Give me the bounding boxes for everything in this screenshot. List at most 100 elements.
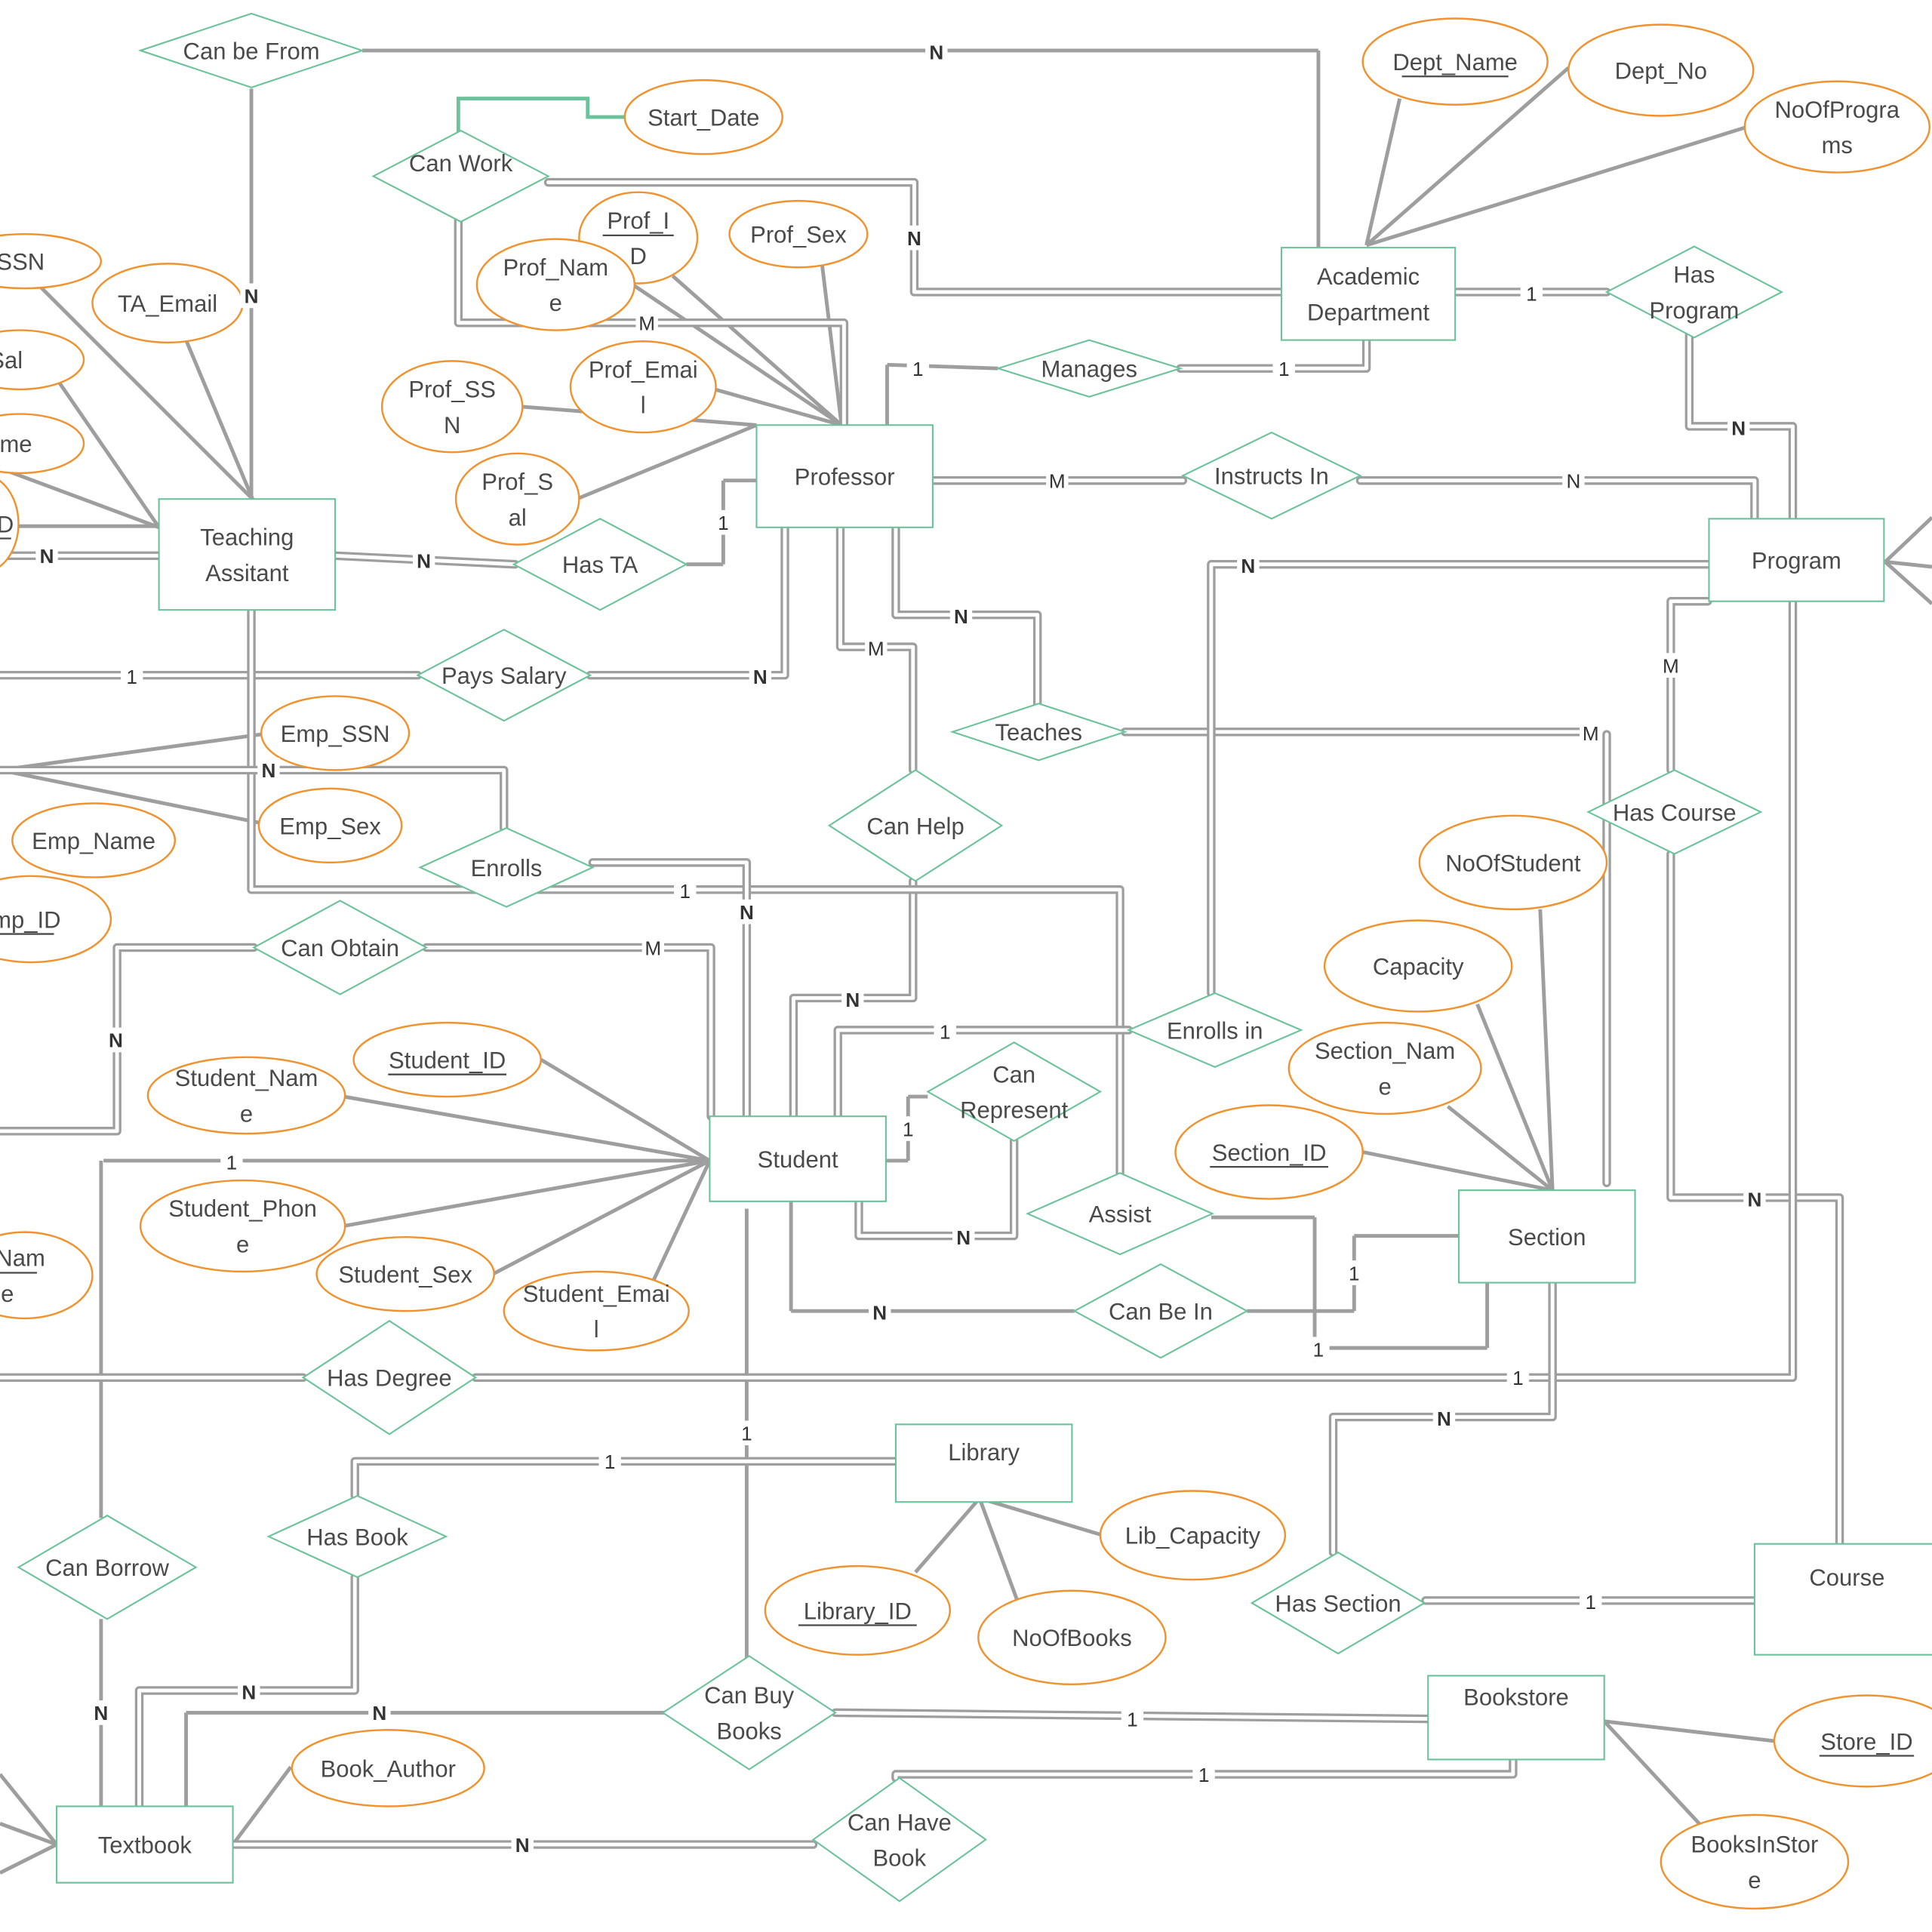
key-attribute-label: Emp_ID — [0, 906, 61, 933]
cardinality-label: N — [94, 1702, 108, 1724]
attribute-emp-sex[interactable]: Emp_Sex — [257, 787, 403, 864]
relationship-manages[interactable]: Manages — [995, 339, 1183, 398]
entity-bookstore[interactable]: Bookstore — [1427, 1675, 1605, 1761]
attribute-label: TA_Sal — [0, 347, 23, 374]
entity-section[interactable]: Section — [1458, 1189, 1636, 1284]
relationship-can-borrow[interactable]: Can Borrow — [17, 1514, 198, 1620]
entity-textbook[interactable]: Textbook — [56, 1805, 234, 1884]
cardinality-c-canbefrom-ta: N — [240, 283, 263, 309]
connector-line — [0, 1842, 58, 1875]
cardinality-c-assist-ta: 1 — [674, 878, 697, 903]
relationship-can-work[interactable]: Can Work — [371, 129, 550, 223]
entity-label: Course — [1809, 1564, 1884, 1591]
cardinality-label: 1 — [1198, 1764, 1210, 1786]
attribute-noofbooks[interactable]: NoOfBooks — [977, 1589, 1167, 1686]
svg-text:Has Degree: Has Degree — [327, 1365, 452, 1392]
cardinality-c-enrollsin-program: N — [1237, 553, 1260, 578]
cardinality-label: M — [1663, 654, 1679, 677]
attribute-course-name[interactable]: e_Name — [0, 1231, 94, 1320]
entity-student[interactable]: Student — [709, 1115, 887, 1202]
cardinality-c-hassection-course: 1 — [1580, 1589, 1602, 1614]
attribute-student-email[interactable]: Student_Email — [503, 1270, 690, 1352]
cardinality-c-hasprogram-program: N — [1727, 415, 1750, 440]
attribute-prof-email[interactable]: Prof_Email — [569, 340, 717, 434]
svg-text:e: e — [236, 1232, 249, 1258]
relationship-has-book[interactable]: Has Book — [266, 1494, 448, 1578]
attribute-student-id[interactable]: Student_ID — [352, 1021, 542, 1098]
attribute-prof-name[interactable]: Prof_Name — [475, 238, 636, 331]
relationship-can-help[interactable]: Can Help — [827, 769, 1004, 882]
attribute-student-phone[interactable]: Student_Phone — [139, 1179, 346, 1273]
cardinality-label: 1 — [903, 1118, 914, 1140]
attribute-ta-email[interactable]: TA_Email — [91, 263, 244, 344]
relationship-can-buy-books[interactable]: Can Buy Books — [661, 1655, 837, 1770]
entity-academic-department[interactable]: Academic Department — [1280, 247, 1457, 341]
relationship-has-degree[interactable]: Has Degree — [301, 1319, 478, 1435]
attribute-dept-name[interactable]: Dept_Name — [1361, 17, 1549, 106]
attribute-ta-ssn[interactable]: TA_SSN — [0, 232, 103, 290]
svg-text:N: N — [444, 412, 460, 438]
cardinality-label: N — [740, 901, 754, 924]
attribute-store-id[interactable]: Store_ID — [1773, 1694, 1932, 1788]
attribute-prof-sal[interactable]: Prof_Sal — [454, 452, 580, 546]
attribute-emp-id[interactable]: Emp_ID — [0, 875, 112, 964]
entity-library[interactable]: Library — [894, 1423, 1073, 1503]
cardinality-label: N — [1747, 1188, 1761, 1211]
connector-line — [651, 1159, 712, 1282]
attribute-emp-ssn[interactable]: Emp_SSN — [260, 695, 411, 771]
relationship-can-be-in[interactable]: Can Be In — [1072, 1263, 1249, 1359]
relationship-has-section[interactable]: Has Section — [1250, 1551, 1426, 1655]
attribute-student-name[interactable]: Student_Name — [146, 1056, 346, 1135]
entity-professor[interactable]: Professor — [755, 424, 934, 528]
entity-program[interactable]: Program — [1708, 518, 1885, 602]
cardinality-label: N — [242, 1681, 256, 1703]
attribute-section-name[interactable]: Section_Name — [1287, 1021, 1482, 1115]
entity-course[interactable]: Course — [1753, 1543, 1932, 1656]
attribute-prof-sex[interactable]: Prof_Sex — [728, 199, 869, 269]
key-attribute-label: Store_ID — [1820, 1728, 1912, 1755]
connector-line — [343, 1158, 710, 1228]
relationship-pays-salary[interactable]: Pays Salary — [416, 629, 592, 722]
relationship-has-course[interactable]: Has Course — [1586, 769, 1763, 855]
relationship-instructs-in[interactable]: Instructs In — [1180, 431, 1362, 520]
attribute-section-id[interactable]: Section_ID — [1174, 1104, 1364, 1200]
entity-label: Professor — [795, 463, 895, 490]
attribute-lib-capacity[interactable]: Lib_Capacity — [1099, 1490, 1287, 1581]
cardinality-label: N — [40, 545, 54, 568]
entity-teaching-assistant[interactable]: Teaching Assitant — [158, 498, 337, 611]
attribute-noofprograms[interactable]: NoOfProgra ms — [1743, 80, 1930, 174]
attribute-dept-no[interactable]: Dept_No — [1567, 23, 1755, 117]
attribute-ta-sal[interactable]: TA_Sal — [0, 329, 85, 391]
relationship-enrolls-in[interactable]: Enrolls in — [1126, 992, 1303, 1069]
attribute-student-sex[interactable]: Student_Sex — [315, 1235, 495, 1312]
svg-text:Student: Student — [758, 1146, 838, 1173]
svg-text:Store_ID: Store_ID — [1820, 1728, 1912, 1755]
attribute-start-date[interactable]: Start_Date — [623, 78, 783, 155]
relationship-enrolls[interactable]: Enrolls — [418, 826, 595, 908]
relationship-can-have-book[interactable]: Can Have Book — [811, 1777, 987, 1903]
attribute-noofstudent[interactable]: NoOfStudent — [1418, 814, 1608, 911]
svg-text:Program: Program — [1752, 547, 1841, 574]
attribute-emp-name[interactable]: Emp_Name — [11, 802, 177, 878]
relationship-has-program[interactable]: Has Program — [1604, 245, 1784, 339]
svg-text:e: e — [1378, 1074, 1391, 1100]
attribute-booksinstore[interactable]: BooksInStor e — [1660, 1814, 1850, 1910]
relationship-can-represent[interactable]: Can Represent — [926, 1041, 1103, 1143]
attribute-prof-ssn[interactable]: Prof_SS N — [380, 360, 524, 454]
svg-text:Represent: Represent — [960, 1097, 1068, 1124]
relationship-teaches[interactable]: Teaches — [949, 703, 1128, 761]
svg-text:Can Buy: Can Buy — [704, 1682, 794, 1709]
attribute-library-id[interactable]: Library_ID — [764, 1564, 951, 1656]
attribute-ta-name[interactable]: TA_Name — [0, 413, 85, 475]
relationship-can-be-from[interactable]: Can be From — [137, 12, 365, 89]
svg-text:Book_Author: Book_Author — [321, 1755, 456, 1782]
svg-text:Book: Book — [872, 1845, 926, 1872]
attribute-capacity[interactable]: Capacity — [1323, 919, 1513, 1013]
cardinality-label: 1 — [1127, 1708, 1138, 1730]
svg-text:Has Section: Has Section — [1275, 1591, 1401, 1617]
attribute-label: Emp_SSN — [281, 721, 390, 747]
svg-text:Has Book: Has Book — [306, 1524, 408, 1550]
relationship-can-obtain[interactable]: Can Obtain — [252, 900, 429, 995]
attribute-book-author[interactable]: Book_Author — [291, 1729, 485, 1807]
relationship-assist[interactable]: Assist — [1025, 1172, 1215, 1256]
